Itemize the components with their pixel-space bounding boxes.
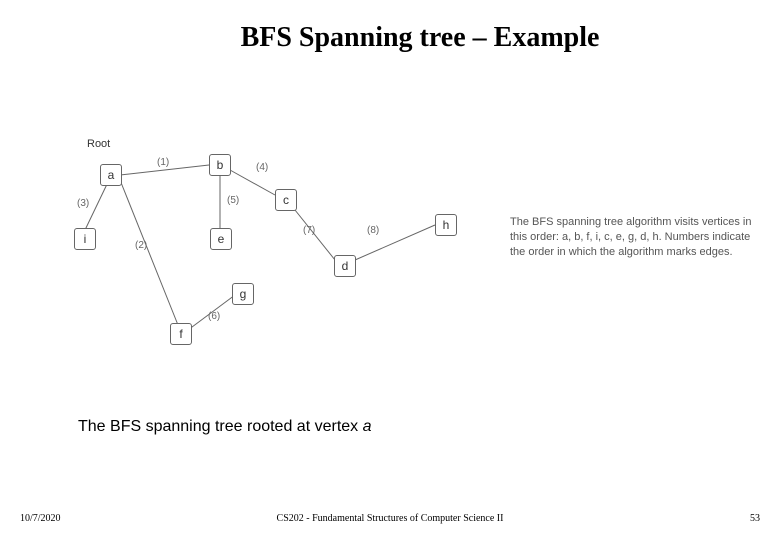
node-g: g [232,283,254,305]
bfs-tree-diagram: Root a b c d e f g h i (1) (2) (3) (4) (… [60,130,490,370]
edge-label-1: (1) [157,157,169,168]
node-a: a [100,164,122,186]
edge-label-4: (4) [256,162,268,173]
footer-page: 53 [750,513,760,524]
edge-label-8: (8) [367,225,379,236]
node-e: e [210,228,232,250]
footer: 10/7/2020 CS202 - Fundamental Structures… [0,513,780,524]
node-f: f [170,323,192,345]
edge-label-2: (2) [135,240,147,251]
caption-vertex: a [363,418,372,435]
node-c: c [275,189,297,211]
edge-label-5: (5) [227,195,239,206]
node-b: b [209,154,231,176]
root-label: Root [87,138,110,150]
caption-prefix: The BFS spanning tree rooted at vertex [78,418,363,435]
node-d: d [334,255,356,277]
node-i: i [74,228,96,250]
explanation-text: The BFS spanning tree algorithm visits v… [510,215,760,260]
slide-title: BFS Spanning tree – Example [0,0,780,54]
edge-label-3: (3) [77,198,89,209]
footer-date: 10/7/2020 [20,513,61,524]
node-h: h [435,214,457,236]
footer-course: CS202 - Fundamental Structures of Comput… [277,513,504,524]
edge-label-7: (7) [303,225,315,236]
tree-edges [60,130,490,370]
caption: The BFS spanning tree rooted at vertex a [78,418,372,436]
edge-label-6: (6) [208,311,220,322]
